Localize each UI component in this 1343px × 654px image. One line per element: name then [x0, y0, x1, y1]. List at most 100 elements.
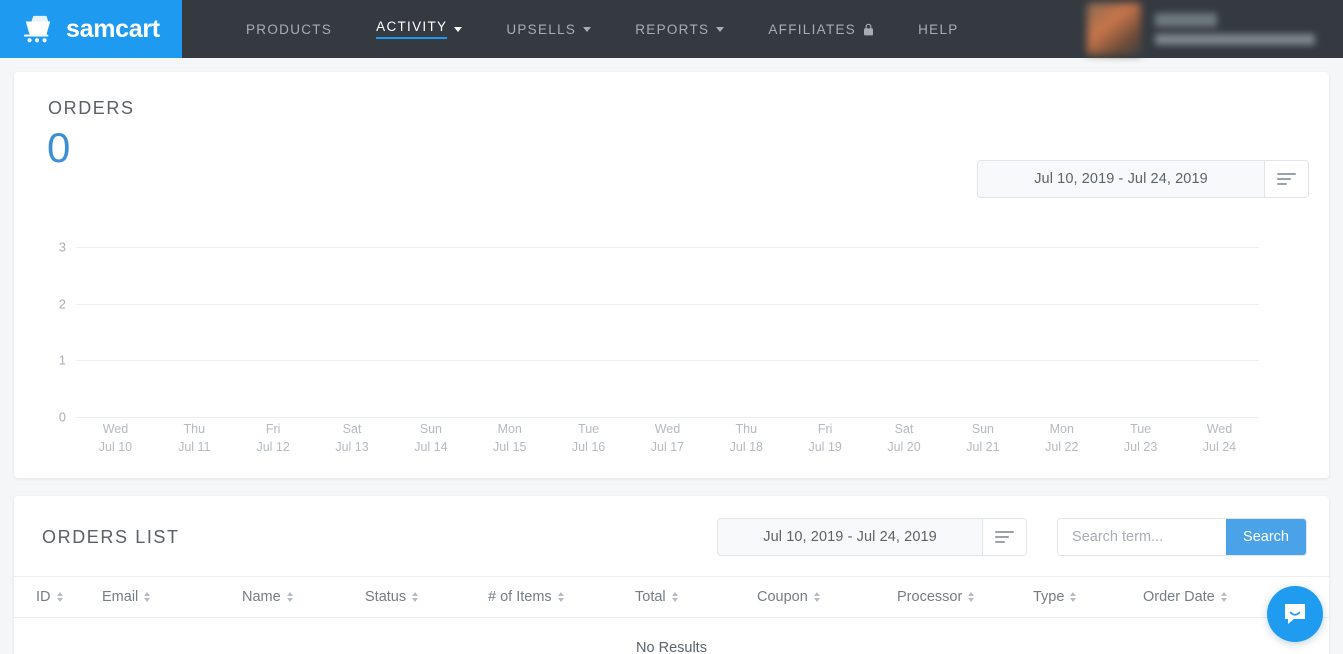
x-tick-date: Jul 14 [414, 440, 448, 454]
orders-chart: 3 2 1 0 Wed Jul 10 Thu Jul 11 Fri Jul 12 [34, 240, 1309, 462]
orders-list-title: ORDERS LIST [42, 526, 180, 547]
samcart-cart-logo-icon [22, 14, 54, 44]
nav-item-affiliates[interactable]: AFFILIATES [746, 0, 896, 58]
nav-item-products[interactable]: PRODUCTS [224, 0, 354, 58]
page-title: ORDERS [48, 98, 135, 118]
x-tick-date: Jul 18 [729, 440, 763, 454]
nav-item-reports[interactable]: REPORTS [613, 0, 746, 58]
orders-chart-card: ORDERS 0 Jul 10, 2019 - Jul 24, 2019 3 2… [14, 72, 1329, 478]
column-header-processor[interactable]: Processor [897, 576, 1033, 618]
column-header-total[interactable]: Total [635, 576, 757, 618]
x-axis-tick: Wed Jul 17 [628, 420, 707, 462]
nav-item-label: HELP [918, 21, 959, 37]
x-axis-tick: Mon Jul 22 [1022, 420, 1101, 462]
column-label: Name [242, 589, 281, 605]
column-label: ID [36, 589, 51, 605]
daterange-group: Jul 10, 2019 - Jul 24, 2019 [977, 160, 1309, 198]
x-axis-labels: Wed Jul 10 Thu Jul 11 Fri Jul 12 Sat Jul… [76, 420, 1259, 462]
search-input[interactable] [1058, 519, 1227, 555]
x-tick-date: Jul 15 [493, 440, 527, 454]
chart-date-range-control: Jul 10, 2019 - Jul 24, 2019 [977, 160, 1309, 198]
column-header-num-items[interactable]: # of Items [488, 576, 635, 618]
brand-logo-area[interactable]: samcart [0, 0, 182, 58]
list-date-range-control: Jul 10, 2019 - Jul 24, 2019 [717, 518, 1028, 556]
column-header-email[interactable]: Email [102, 576, 242, 618]
chevron-down-icon [716, 26, 725, 32]
x-tick-day: Thu [735, 422, 758, 436]
sort-arrows-icon [968, 592, 975, 602]
x-tick-date: Jul 22 [1045, 440, 1079, 454]
orders-card-header: ORDERS 0 [34, 98, 1309, 169]
x-axis-tick: Sat Jul 20 [865, 420, 944, 462]
no-results-message: No Results [636, 640, 707, 654]
column-header-type[interactable]: Type [1033, 576, 1143, 618]
x-tick-day: Tue [578, 422, 600, 436]
search-button[interactable]: Search [1226, 519, 1306, 555]
column-header-name[interactable]: Name [242, 576, 365, 618]
user-identity-redacted [1155, 13, 1315, 45]
daterange-group: Jul 10, 2019 - Jul 24, 2019 [717, 518, 1028, 556]
sort-arrows-icon [1220, 592, 1227, 602]
column-header-id[interactable]: ID [14, 576, 102, 618]
column-label: # of Items [488, 589, 552, 605]
x-axis-tick: Tue Jul 16 [549, 420, 628, 462]
nav-item-help[interactable]: HELP [896, 0, 980, 58]
table-header-row: ID Email Name Status # of Items Total Co… [14, 576, 1329, 618]
user-name-redacted [1155, 13, 1217, 27]
orders-table: ID Email Name Status # of Items Total Co… [14, 576, 1329, 654]
x-tick-date: Jul 20 [887, 440, 921, 454]
x-axis-tick: Fri Jul 19 [786, 420, 865, 462]
page-body: ORDERS 0 Jul 10, 2019 - Jul 24, 2019 3 2… [0, 58, 1343, 654]
nav-item-activity[interactable]: ACTIVITY [354, 0, 484, 58]
x-tick-date: Jul 11 [178, 440, 211, 454]
nav-item-label: UPSELLS [506, 21, 577, 37]
nav-item-label: ACTIVITY [376, 19, 448, 39]
intercom-chat-button[interactable] [1267, 586, 1323, 642]
list-filter-button[interactable] [982, 519, 1027, 555]
y-axis-tick: 3 [58, 239, 66, 255]
user-account-menu[interactable] [1087, 0, 1333, 58]
x-tick-date: Jul 17 [650, 440, 685, 454]
orders-table-body: No Results [14, 618, 1329, 654]
list-daterange-input[interactable]: Jul 10, 2019 - Jul 24, 2019 [718, 519, 982, 555]
column-label: Order Date [1143, 589, 1215, 605]
x-tick-day: Fri [817, 422, 833, 436]
sort-arrows-icon [557, 592, 564, 602]
orders-list-card: ORDERS LIST Jul 10, 2019 - Jul 24, 2019 [14, 496, 1329, 654]
chart-daterange-input[interactable]: Jul 10, 2019 - Jul 24, 2019 [978, 161, 1264, 197]
chevron-down-icon [454, 26, 463, 32]
x-tick-day: Wed [102, 422, 129, 436]
top-navbar: samcart PRODUCTS ACTIVITY UPSELLS REPORT… [0, 0, 1343, 58]
x-axis-tick: Sun Jul 21 [943, 420, 1022, 462]
nav-links: PRODUCTS ACTIVITY UPSELLS REPORTS AFFILI… [182, 0, 981, 58]
sort-arrows-icon [1070, 592, 1077, 602]
column-header-coupon[interactable]: Coupon [757, 576, 897, 618]
x-tick-day: Mon [497, 422, 522, 436]
gridline [76, 417, 1259, 418]
sort-arrows-icon [671, 592, 678, 602]
x-tick-date: Jul 16 [571, 440, 606, 454]
chart-filter-button[interactable] [1264, 161, 1308, 197]
nav-item-upsells[interactable]: UPSELLS [484, 0, 613, 58]
x-tick-day: Fri [265, 422, 281, 436]
column-header-status[interactable]: Status [365, 576, 488, 618]
x-tick-date: Jul 19 [808, 440, 842, 454]
x-tick-day: Mon [1049, 422, 1074, 436]
intercom-chat-smile-icon [1285, 604, 1305, 624]
x-tick-day: Thu [183, 422, 206, 436]
x-tick-day: Tue [1130, 422, 1152, 436]
brand-name: samcart [66, 14, 160, 43]
sort-arrows-icon [56, 592, 63, 602]
gridline [76, 247, 1259, 248]
column-label: Type [1033, 589, 1065, 605]
x-axis-tick: Sat Jul 13 [313, 420, 392, 462]
x-tick-day: Sun [419, 422, 442, 436]
x-axis-tick: Sun Jul 14 [391, 420, 470, 462]
chevron-down-icon [583, 26, 592, 32]
x-tick-date: Jul 21 [966, 440, 1000, 454]
filter-lines-icon [1277, 170, 1296, 188]
x-axis-tick: Thu Jul 11 [155, 420, 234, 462]
nav-item-label: REPORTS [635, 21, 710, 37]
x-tick-date: Jul 12 [256, 440, 290, 454]
x-tick-day: Wed [1206, 422, 1233, 436]
